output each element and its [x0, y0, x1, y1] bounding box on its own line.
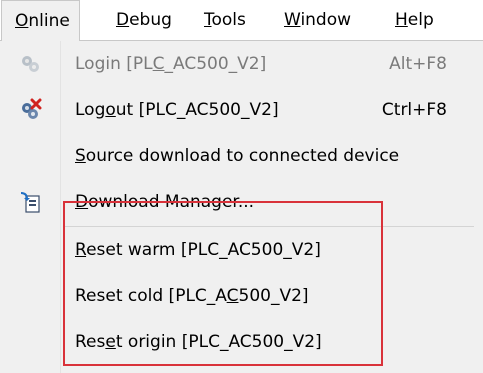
menu-window[interactable]: Window — [284, 0, 351, 40]
logout-icon — [18, 98, 42, 122]
menu-item-source-download[interactable]: Source download to connected device — [0, 133, 483, 179]
menu-tools[interactable]: Tools — [204, 0, 246, 40]
menu-item-login[interactable]: Login [PLC_AC500_V2] Alt+F8 — [0, 41, 483, 87]
menu-item-label: Logout [PLC_AC500_V2] — [75, 100, 279, 120]
menu-item-label: Login [PLC_AC500_V2] — [75, 54, 267, 74]
menu-help[interactable]: Help — [395, 0, 434, 40]
menu-online[interactable]: Online — [1, 0, 80, 41]
menu-item-logout[interactable]: Logout [PLC_AC500_V2] Ctrl+F8 — [0, 87, 483, 133]
menu-item-label: Source download to connected device — [75, 146, 400, 166]
download-manager-icon — [18, 190, 42, 214]
menu-bar: Online Debug Tools Window Help — [0, 0, 483, 41]
reset-items-highlight-box — [63, 201, 383, 366]
shortcut-label: Ctrl+F8 — [381, 100, 447, 120]
shortcut-label: Alt+F8 — [389, 54, 447, 74]
menu-debug[interactable]: Debug — [116, 0, 172, 40]
login-icon — [18, 52, 42, 76]
